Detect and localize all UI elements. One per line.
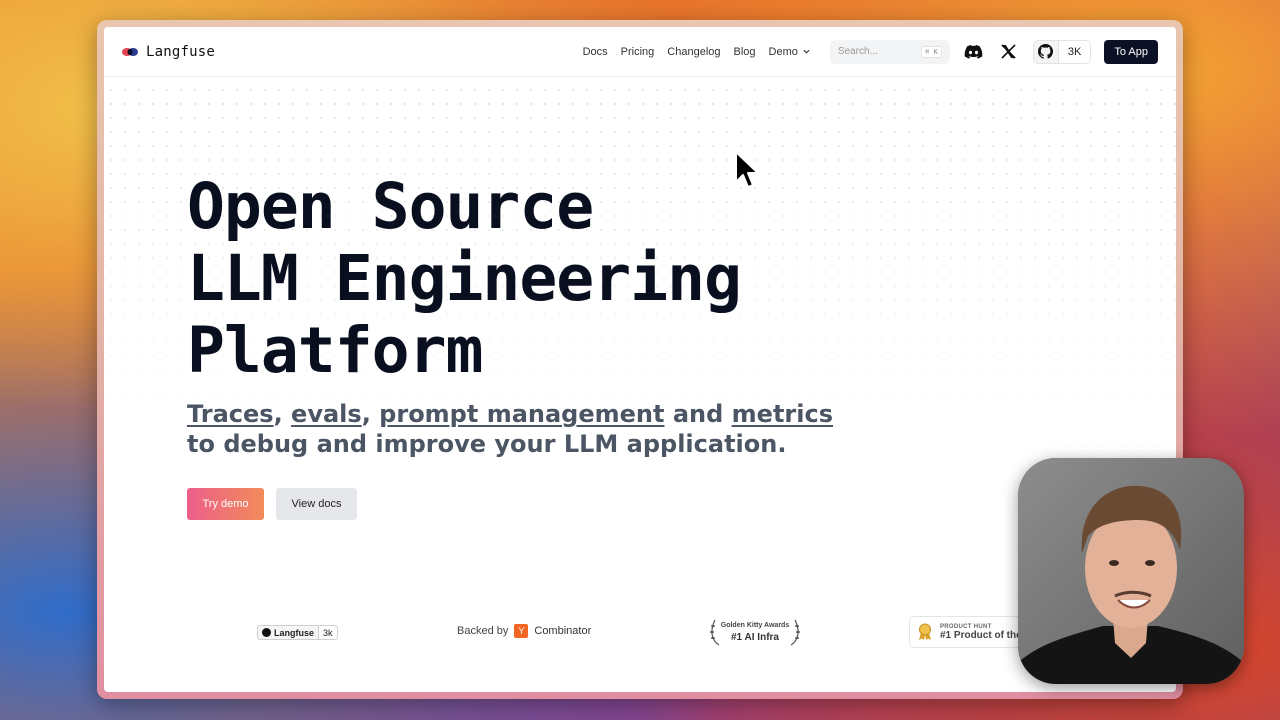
link-prompt-management[interactable]: prompt management [379,400,664,428]
nav-link-blog[interactable]: Blog [734,46,756,58]
langfuse-homepage: Langfuse Docs Pricing Changelog Blog Dem… [104,27,1176,692]
laurel-right-icon [790,619,800,646]
discord-button[interactable] [963,41,985,63]
brand-name: Langfuse [146,43,216,60]
github-badge-text: Langfuse [274,627,315,638]
github-icon [1033,40,1058,63]
search-shortcut: ⌘ K [921,45,942,58]
try-demo-button[interactable]: Try demo [187,488,264,520]
nav-link-docs[interactable]: Docs [583,46,608,58]
github-stars-button[interactable]: 3K [1032,39,1092,64]
yc-logo-icon: Y [514,624,529,638]
golden-kitty-text: Golden Kitty Awards #1 AI Infra [721,620,789,644]
yc-name: Combinator [534,625,592,637]
nav-link-changelog[interactable]: Changelog [667,46,720,58]
discord-icon [965,44,983,59]
hero-subtitle: Traces, evals, prompt management and met… [187,399,833,459]
link-traces[interactable]: Traces [187,400,274,428]
hero-subtitle-line-2: to debug and improve your LLM applicatio… [187,430,787,458]
product-hunt-text: PRODUCT HUNT #1 Product of the [940,624,1022,641]
golden-kitty-line-2: #1 AI Infra [731,632,779,643]
chevron-down-icon [803,49,810,54]
product-hunt-line-2: #1 Product of the [940,629,1022,641]
github-icon [262,628,271,637]
navbar: Langfuse Docs Pricing Changelog Blog Dem… [104,27,1176,77]
x-twitter-button[interactable] [998,41,1020,63]
medal-icon [919,623,931,640]
langfuse-logo-icon [122,47,138,56]
view-docs-button[interactable]: View docs [276,488,357,520]
github-stars-count: 3K [1057,40,1090,63]
nav-dropdown-demo-label: Demo [768,45,798,58]
github-badge-label: Langfuse [258,626,319,639]
subtitle-sep: , [273,400,292,428]
mouse-cursor-icon [735,151,759,188]
hero-title: Open Source LLM Engineering Platform [187,170,742,387]
golden-kitty-badge[interactable]: Golden Kitty Awards #1 AI Infra [709,617,801,647]
hero-subtitle-line-1: Traces, evals, prompt management and met… [187,399,833,429]
webcam-overlay [1018,458,1244,684]
github-badge-count: 3k [318,626,337,639]
subtitle-sep: , [361,400,380,428]
search-input[interactable]: Search... ⌘ K [829,39,950,64]
subtitle-and: and [664,400,732,428]
hero-title-line-1: Open Source [187,170,594,243]
hero-title-line-3: Platform [187,314,483,387]
nav-link-pricing[interactable]: Pricing [621,46,655,58]
nav-dropdown-demo[interactable]: Demo [769,46,811,58]
golden-kitty-line-1: Golden Kitty Awards [720,622,790,629]
yc-prefix: Backed by [457,625,509,637]
link-evals[interactable]: evals [291,400,362,428]
yc-badge[interactable]: Backed by Y Combinator [457,624,591,638]
laurel-left-icon [710,619,720,646]
search-placeholder: Search... [837,46,878,57]
nav-links: Docs Pricing Changelog Blog Demo Search.… [583,39,1158,64]
link-metrics[interactable]: metrics [732,400,833,428]
hero-title-line-2: LLM Engineering [187,242,742,315]
x-icon [1001,44,1017,59]
presenter-video [1018,458,1244,684]
github-badge[interactable]: Langfuse 3k [257,625,338,640]
to-app-button[interactable]: To App [1104,39,1158,64]
brand[interactable]: Langfuse [122,44,215,60]
